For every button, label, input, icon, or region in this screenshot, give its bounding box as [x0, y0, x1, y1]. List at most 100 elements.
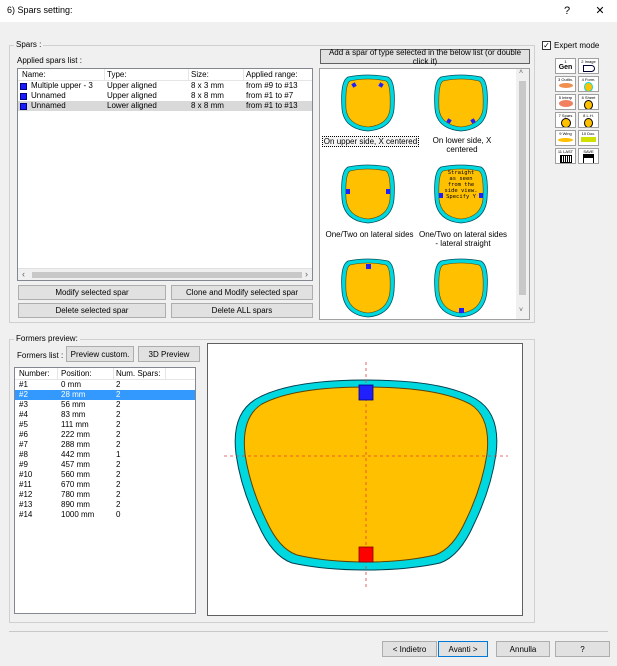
delete-spar-button[interactable]: Delete selected spar — [18, 303, 166, 318]
col-number[interactable]: Number: — [19, 369, 50, 378]
col-range[interactable]: Applied range: — [246, 70, 298, 79]
spar-row[interactable]: Unnamed Upper aligned 8 x 8 mm from #1 t… — [18, 91, 312, 101]
former-cell-spars: 1 — [116, 450, 121, 459]
former-cell-pos: 288 mm — [61, 440, 90, 449]
former-row[interactable]: #9 457 mm 2 — [15, 460, 195, 470]
former-row[interactable]: #13 890 mm 2 — [15, 500, 195, 510]
former-row[interactable]: #14 1000 mm 0 — [15, 510, 195, 520]
former-cell-n: #6 — [19, 430, 28, 439]
tool-sheet-button[interactable]: 6 Sheet — [578, 94, 599, 110]
former-cell-n: #2 — [19, 390, 28, 399]
former-cell-pos: 83 mm — [61, 410, 86, 419]
former-cell-spars: 2 — [116, 380, 121, 389]
spar-bottom-marker — [358, 546, 374, 563]
former-row[interactable]: #1 0 mm 2 — [15, 380, 195, 390]
modify-spar-button[interactable]: Modify selected spar — [18, 285, 166, 300]
next-button[interactable]: Avanti > — [438, 641, 488, 657]
spars-list-header: Name: Type: Size: Applied range: — [18, 69, 312, 81]
cancel-button[interactable]: Annulla — [496, 641, 550, 657]
col-name[interactable]: Name: — [22, 70, 46, 79]
former-cell-spars: 2 — [116, 420, 121, 429]
former-cell-spars: 2 — [116, 460, 121, 469]
expert-mode-checkbox[interactable]: ✓ — [542, 41, 551, 50]
spar-type-caption-lower[interactable]: On lower side, X centered — [416, 136, 508, 154]
former-cell-n: #11 — [19, 480, 32, 489]
tool-gen-button[interactable]: 1 Gen — [555, 58, 576, 74]
former-cell-pos: 670 mm — [61, 480, 90, 489]
former-cell-spars: 2 — [116, 470, 121, 479]
spars-list-hscrollbar[interactable]: ‹ › — [18, 268, 312, 280]
former-row[interactable]: #5 111 mm 2 — [15, 420, 195, 430]
former-row[interactable]: #2 28 mm 2 — [15, 390, 195, 400]
spar-type-5-thumb — [341, 258, 395, 318]
former-cell-spars: 2 — [116, 440, 121, 449]
spar-type-6-thumb — [434, 258, 488, 318]
formers-group-label: Formers preview: — [14, 334, 80, 343]
former-row[interactable]: #6 222 mm 2 — [15, 430, 195, 440]
spar-type-caption-upper[interactable]: On upper side, X centered — [322, 136, 419, 147]
former-cell-pos: 1000 mm — [61, 510, 95, 519]
col-num-spars[interactable]: Num. Spars: — [116, 369, 160, 378]
former-cell-spars: 0 — [116, 510, 121, 519]
tool-save-button[interactable]: SAVE — [578, 148, 599, 164]
former-cell-spars: 2 — [116, 410, 121, 419]
former-row[interactable]: #7 288 mm 2 — [15, 440, 195, 450]
scroll-right-icon[interactable]: › — [305, 269, 308, 279]
former-row[interactable]: #3 56 mm 2 — [15, 400, 195, 410]
delete-all-spars-button[interactable]: Delete ALL spars — [171, 303, 313, 318]
gallery-vscrollbar[interactable]: ˄ ˅ — [516, 69, 529, 319]
tool-formers-button[interactable]: 4 Form. — [578, 76, 599, 92]
former-cell-pos: 442 mm — [61, 450, 90, 459]
scroll-thumb[interactable] — [32, 272, 302, 278]
spar-color-swatch — [20, 93, 27, 100]
tool-last-button[interactable]: 11 LAST — [555, 148, 576, 164]
spar-type-caption-lateral[interactable]: One/Two on lateral sides — [322, 230, 417, 239]
tool-image-button[interactable]: 2 Image — [578, 58, 599, 74]
add-spar-button[interactable]: Add a spar of type selected in the below… — [320, 48, 530, 66]
former-cell-spars: 2 — [116, 390, 121, 399]
clone-modify-spar-button[interactable]: Clone and Modify selected spar — [171, 285, 313, 300]
scroll-up-icon[interactable]: ˄ — [519, 69, 523, 76]
former-preview-canvas — [207, 343, 523, 616]
spar-type-caption-lateral-straight[interactable]: One/Two on lateral sides - lateral strai… — [417, 230, 509, 248]
former-fill — [243, 386, 489, 563]
tool-wing-button[interactable]: 9 Wing — [555, 130, 576, 146]
applied-spars-list[interactable]: Name: Type: Size: Applied range: Multipl… — [17, 68, 313, 281]
former-row[interactable]: #12 780 mm 2 — [15, 490, 195, 500]
former-cell-pos: 28 mm — [61, 390, 86, 399]
former-cell-n: #7 — [19, 440, 28, 449]
former-cell-pos: 890 mm — [61, 500, 90, 509]
spar-row[interactable]: Multiple upper - 3 Upper aligned 8 x 3 m… — [18, 81, 312, 91]
spar-type-gallery[interactable]: Straight as seen from the side view. Spe… — [319, 68, 530, 320]
col-position[interactable]: Position: — [61, 369, 92, 378]
formers-list[interactable]: Number: Position: Num. Spars: #1 0 mm 2 #2 2… — [14, 367, 196, 614]
spar-row[interactable]: Unnamed Lower aligned 8 x 8 mm from #1 t… — [18, 101, 312, 111]
former-cell-n: #1 — [19, 380, 28, 389]
back-button[interactable]: < Indietro — [382, 641, 437, 657]
scroll-left-icon[interactable]: ‹ — [22, 269, 25, 279]
former-row[interactable]: #11 670 mm 2 — [15, 480, 195, 490]
tool-interp-button[interactable]: 5 Interp — [555, 94, 576, 110]
col-type[interactable]: Type: — [107, 70, 127, 79]
former-cell-pos: 780 mm — [61, 490, 90, 499]
preview-custom-button[interactable]: Preview custom. — [66, 346, 134, 362]
footer-divider — [9, 631, 608, 632]
former-row[interactable]: #10 560 mm 2 — [15, 470, 195, 480]
spar-color-swatch — [20, 83, 27, 90]
close-icon[interactable]: ✕ — [584, 0, 616, 22]
former-row[interactable]: #4 83 mm 2 — [15, 410, 195, 420]
tool-doc-button[interactable]: 10 Doc. — [578, 130, 599, 146]
former-preview-drawing — [224, 362, 508, 590]
former-cell-n: #5 — [19, 420, 28, 429]
tool-lh-button[interactable]: 8 L.H. — [578, 112, 599, 128]
col-size[interactable]: Size: — [191, 70, 209, 79]
tool-outline-button[interactable]: 3 Outlin. — [555, 76, 576, 92]
help-title-button[interactable]: ? — [551, 0, 583, 22]
former-row[interactable]: #8 442 mm 1 — [15, 450, 195, 460]
scroll-down-icon[interactable]: ˅ — [519, 307, 523, 314]
scroll-thumb[interactable] — [519, 81, 526, 295]
preview-3d-button[interactable]: 3D Preview — [138, 346, 200, 362]
tool-spars-button[interactable]: 7 Spars — [555, 112, 576, 128]
help-button[interactable]: ? — [555, 641, 610, 657]
former-cell-n: #8 — [19, 450, 28, 459]
